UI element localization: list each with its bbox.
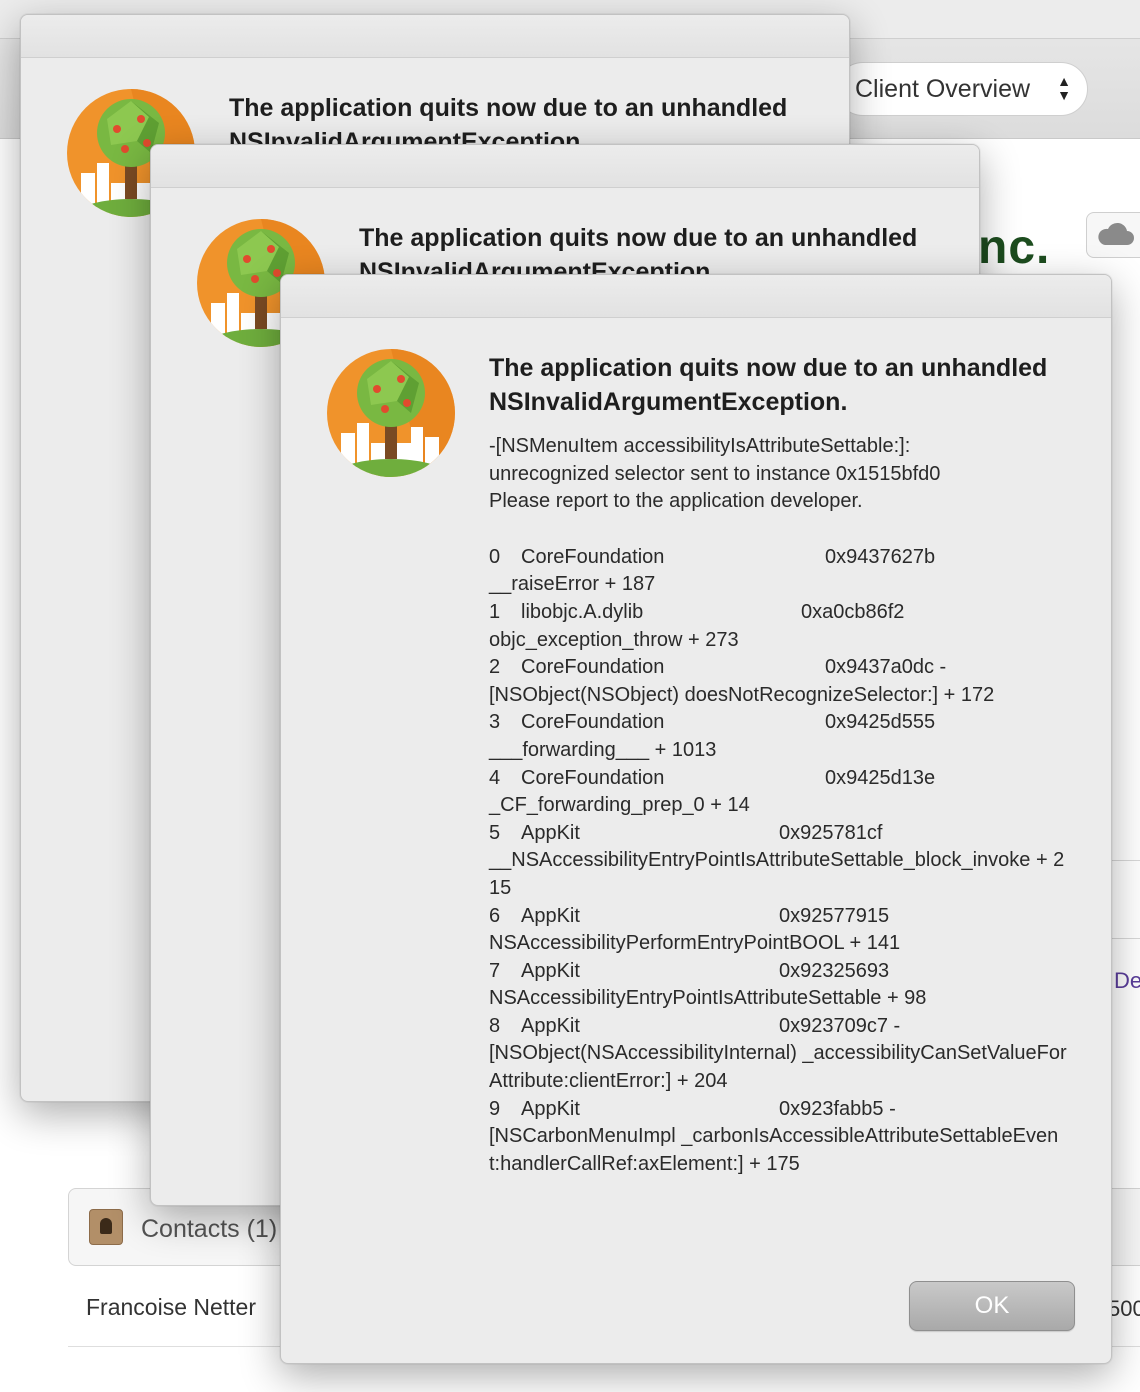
- stack-frame-header: 2 CoreFoundation 0x9437a0dc -: [489, 654, 1069, 682]
- alert-title: The application quits now due to an unha…: [489, 354, 1048, 416]
- stack-frame-index: 7: [489, 959, 501, 982]
- stack-frame-header: 6 AppKit 0x92577915: [489, 903, 1069, 931]
- side-link[interactable]: De: [1114, 968, 1140, 994]
- dialog-titlebar[interactable]: [151, 145, 979, 188]
- stack-frame-library: AppKit: [521, 1097, 580, 1120]
- stack-frame-address: 0x923fabb5 -: [779, 1097, 896, 1120]
- stack-frame-index: 4: [489, 766, 501, 789]
- alert-report-line: Please report to the application develop…: [489, 490, 863, 513]
- stack-frame-address: 0x9437a0dc -: [825, 656, 947, 679]
- stack-frame-header: 9 AppKit 0x923fabb5 -: [489, 1096, 1069, 1124]
- contact-name[interactable]: Francoise Netter: [86, 1294, 256, 1321]
- alert-selector-detail: unrecognized selector sent to instance 0…: [489, 462, 941, 485]
- stack-frame: 3 CoreFoundation 0x9425d555 ___forwarding__…: [489, 709, 1069, 764]
- stack-frame: 4 CoreFoundation 0x9425d13e _CF_forwarding_…: [489, 765, 1069, 820]
- stack-frame: 6 AppKit 0x92577915 NSAccessibilityPerformE…: [489, 903, 1069, 958]
- stack-frame-header: 0 CoreFoundation 0x9437627b: [489, 544, 1069, 572]
- alert-dialog-front: The application quits now due to an unha…: [280, 274, 1112, 1364]
- stack-frame-address: 0x92577915: [779, 904, 890, 927]
- stack-frame-address: 0x9425d13e: [825, 766, 936, 789]
- stack-frame-header: 3 CoreFoundation 0x9425d555: [489, 709, 1069, 737]
- stack-frame-library: AppKit: [521, 1014, 580, 1037]
- alert-selector-line: -[NSMenuItem accessibilityIsAttributeSet…: [489, 435, 911, 457]
- client-view-select[interactable]: Client Overview ▲ ▼: [836, 62, 1088, 116]
- stack-frame-symbol: __raiseError + 187: [489, 573, 656, 596]
- stack-frame-header: 8 AppKit 0x923709c7 -: [489, 1013, 1069, 1041]
- stack-frame-index: 9: [489, 1097, 501, 1120]
- contacts-book-icon: [89, 1209, 123, 1245]
- alert-message: -[NSMenuItem accessibilityIsAttributeSet…: [489, 433, 1069, 1178]
- stack-frame-symbol: objc_exception_throw + 273: [489, 628, 739, 651]
- stack-frame-index: 8: [489, 1014, 501, 1037]
- stack-frame-address: 0x925781cf: [779, 821, 883, 844]
- stack-frame-library: AppKit: [521, 904, 580, 927]
- up-down-chevron-icon: ▲ ▼: [1057, 73, 1071, 103]
- stack-frame-address: 0x92325693: [779, 959, 890, 982]
- stack-frame-index: 6: [489, 904, 501, 927]
- stack-frame: 9 AppKit 0x923fabb5 - [NSCarbonMenuImpl _ca…: [489, 1096, 1069, 1179]
- stack-frame-address: 0x9437627b: [825, 545, 936, 568]
- stack-frame-symbol: NSAccessibilityPerformEntryPointBOOL + 1…: [489, 932, 901, 955]
- stack-frame-library: libobjc.A.dylib: [521, 600, 644, 623]
- stack-frame-header: 7 AppKit 0x92325693: [489, 958, 1069, 986]
- dialog-titlebar[interactable]: [21, 15, 849, 58]
- ok-button[interactable]: OK: [909, 1281, 1075, 1331]
- dialog-titlebar[interactable]: [281, 275, 1111, 318]
- cloud-button[interactable]: [1086, 212, 1140, 258]
- stack-frame: 2 CoreFoundation 0x9437a0dc - [NSObject(NSO…: [489, 654, 1069, 709]
- stack-frame-symbol: ___forwarding___ + 1013: [489, 738, 717, 761]
- client-view-select-value: Client Overview: [855, 74, 1031, 103]
- stack-frame-header: 5 AppKit 0x925781cf: [489, 820, 1069, 848]
- stack-frame-library: AppKit: [521, 959, 580, 982]
- app-tree-icon: [327, 349, 455, 477]
- stack-frame-index: 2: [489, 656, 501, 679]
- stack-frame-index: 1: [489, 600, 501, 623]
- stack-frame-header: 4 CoreFoundation 0x9425d13e: [489, 765, 1069, 793]
- stack-frame-index: 0: [489, 545, 501, 568]
- stack-frame-library: AppKit: [521, 821, 580, 844]
- stack-frame: 1 libobjc.A.dylib 0xa0cb86f2 objc_exception…: [489, 599, 1069, 654]
- stack-frame-header: 1 libobjc.A.dylib 0xa0cb86f2: [489, 599, 1069, 627]
- stack-frame-index: 5: [489, 821, 501, 844]
- stack-frame-symbol: __NSAccessibilityEntryPointIsAttributeSe…: [489, 849, 1065, 899]
- stack-frame-library: CoreFoundation: [521, 545, 665, 568]
- stack-frame: 8 AppKit 0x923709c7 - [NSObject(NSAccessibi…: [489, 1013, 1069, 1096]
- stack-frame-symbol: NSAccessibilityEntryPointIsAttributeSett…: [489, 987, 927, 1010]
- stack-frame-address: 0xa0cb86f2: [801, 600, 905, 623]
- divider: [1110, 860, 1140, 861]
- stack-trace: 0 CoreFoundation 0x9437627b __raiseError + …: [489, 544, 1069, 1179]
- contacts-section-label: Contacts (1): [141, 1215, 278, 1243]
- company-name: nc.: [978, 221, 1051, 274]
- stack-frame-library: CoreFoundation: [521, 711, 665, 734]
- stack-frame-symbol: [NSObject(NSAccessibilityInternal) _acce…: [489, 1042, 1067, 1093]
- stack-frame: 0 CoreFoundation 0x9437627b __raiseError + …: [489, 544, 1069, 599]
- stack-frame-index: 3: [489, 711, 501, 734]
- stack-frame-library: CoreFoundation: [521, 766, 665, 789]
- stack-frame-address: 0x923709c7 -: [779, 1014, 901, 1037]
- contact-value: 500: [1108, 1296, 1140, 1321]
- cloud-icon: [1098, 222, 1134, 245]
- stack-frame: 7 AppKit 0x92325693 NSAccessibilityEntryPoi…: [489, 958, 1069, 1013]
- divider: [1110, 938, 1140, 939]
- stack-frame-symbol: [NSCarbonMenuImpl _carbonIsAccessibleAtt…: [489, 1125, 1059, 1175]
- stack-frame-symbol: _CF_forwarding_prep_0 + 14: [489, 794, 750, 817]
- stack-frame-address: 0x9425d555: [825, 711, 936, 734]
- stack-frame-library: CoreFoundation: [521, 656, 665, 679]
- stack-frame: 5 AppKit 0x925781cf __NSAccessibilityEntryP…: [489, 820, 1069, 903]
- stack-frame-symbol: [NSObject(NSObject) doesNotRecognizeSele…: [489, 683, 995, 706]
